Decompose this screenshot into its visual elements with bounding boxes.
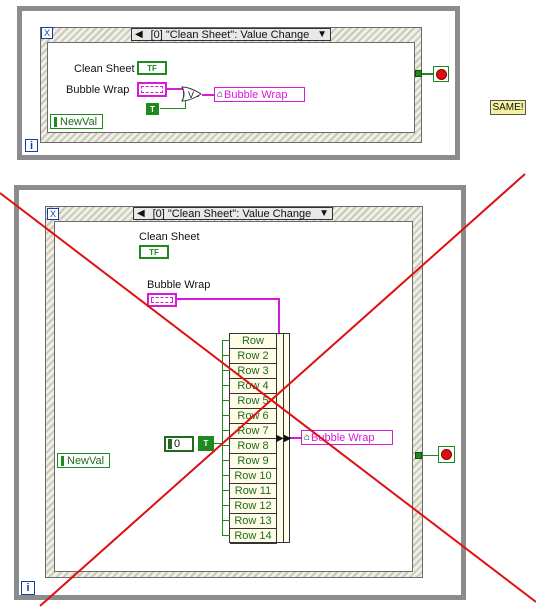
top-bool-wire [160,108,186,109]
bottom-true-constant[interactable]: T [198,436,214,451]
bundle-row-item[interactable]: Row 10 [230,469,276,484]
bundle-row-item[interactable]: Row 3 [230,364,276,379]
numeric-control[interactable]: 0 [164,436,194,452]
stop-icon [435,68,447,80]
bool-row-wire [222,505,230,506]
bundle-row-item[interactable]: Row 14 [230,529,276,544]
bool-row-wire [222,445,230,446]
bundle-arrow-icon: ▶▶ [276,433,292,444]
svg-text:V: V [188,90,194,100]
bool-row-wire [222,340,230,341]
bundle-row-item[interactable]: Row 12 [230,499,276,514]
same-note: SAME! [490,100,526,115]
top-event-case-selector[interactable]: ◀ [0] "Clean Sheet": Value Change ▼ [131,28,331,41]
bundle-row-item[interactable]: Row 5 [230,394,276,409]
top-newval-node[interactable]: NewVal [50,114,103,129]
bundle-row-item[interactable]: Row 7 [230,424,276,439]
prev-case-arrow-icon[interactable]: ◀ [135,29,143,40]
bool-row-wire [222,370,230,371]
bundle-row-item[interactable]: Row 2 [230,349,276,364]
bool-row-wire [222,385,230,386]
bool-row-wire [222,355,230,356]
bottom-iteration-terminal: i [21,581,35,595]
stop-icon [441,449,452,460]
bool-row-wire [222,535,230,536]
home-icon: ⌂ [217,89,224,100]
top-clean-sheet-label: Clean Sheet [74,63,135,75]
top-true-constant[interactable]: T [146,103,159,115]
bool-row-wire [222,430,230,431]
bottom-bubble-wrap-terminal[interactable] [147,293,177,307]
top-bubble-wrap-terminal[interactable] [137,82,167,97]
bottom-newval-node[interactable]: NewVal [57,453,110,468]
bundle-row-item[interactable]: Row 11 [230,484,276,499]
bundle-row-item[interactable]: Row 13 [230,514,276,529]
top-event-timeout-icon: X [41,27,53,39]
bottom-event-case-label: [0] "Clean Sheet": Value Change [152,207,312,220]
bool-wire-vertical [222,340,223,536]
bottom-cluster-wire [177,298,279,300]
top-bubble-wrap-label: Bubble Wrap [66,84,130,96]
bottom-bubble-wrap-label: Bubble Wrap [147,279,211,291]
next-case-arrow-icon[interactable]: ▼ [317,29,327,40]
bool-row-wire [222,475,230,476]
bool-row-wire [222,490,230,491]
or-gate-icon: V [181,86,202,102]
top-bubble-wrap-local[interactable]: ⌂ Bubble Wrap [214,87,305,102]
bundle-row-item[interactable]: Row 9 [230,454,276,469]
top-or-node[interactable]: V [180,86,202,102]
prev-case-arrow-icon[interactable]: ◀ [137,208,145,219]
bool-row-wire [222,400,230,401]
bool-wire-feed [214,443,223,444]
bundle-row-item[interactable]: Row 8 [230,439,276,454]
next-case-arrow-icon[interactable]: ▼ [319,208,329,219]
bottom-event-case-selector[interactable]: ◀ [0] "Clean Sheet": Value Change ▼ [133,207,333,220]
row-list: Row Row 2 Row 3 Row 4 Row 5 Row 6 Row 7 Row 8 Ro… [230,334,277,544]
bool-row-wire [222,520,230,521]
bundle-row-item[interactable]: Row 6 [230,409,276,424]
bundle-row-item[interactable]: Row [230,334,276,349]
bottom-clean-sheet-terminal[interactable]: TF [139,245,169,259]
top-clean-sheet-terminal[interactable]: TF [137,61,167,75]
top-stop-terminal[interactable] [433,66,449,82]
bottom-clean-sheet-label: Clean Sheet [139,231,200,243]
home-icon: ⌂ [304,432,311,443]
bool-row-wire [222,415,230,416]
bottom-bubble-wrap-local[interactable]: ⌂ Bubble Wrap [301,430,393,445]
bottom-stop-wire [423,455,439,456]
bool-row-wire [222,460,230,461]
bottom-tunnel [415,452,422,459]
bundle-row-item[interactable]: Row 4 [230,379,276,394]
bottom-event-timeout-icon: X [47,208,59,220]
top-iteration-terminal: i [25,139,38,152]
bottom-cluster-wire-2 [278,298,280,334]
top-event-case-label: [0] "Clean Sheet": Value Change [150,28,310,41]
numeric-indicator-bar [168,439,172,449]
bottom-stop-terminal[interactable] [438,446,455,463]
top-tunnel [415,70,422,77]
